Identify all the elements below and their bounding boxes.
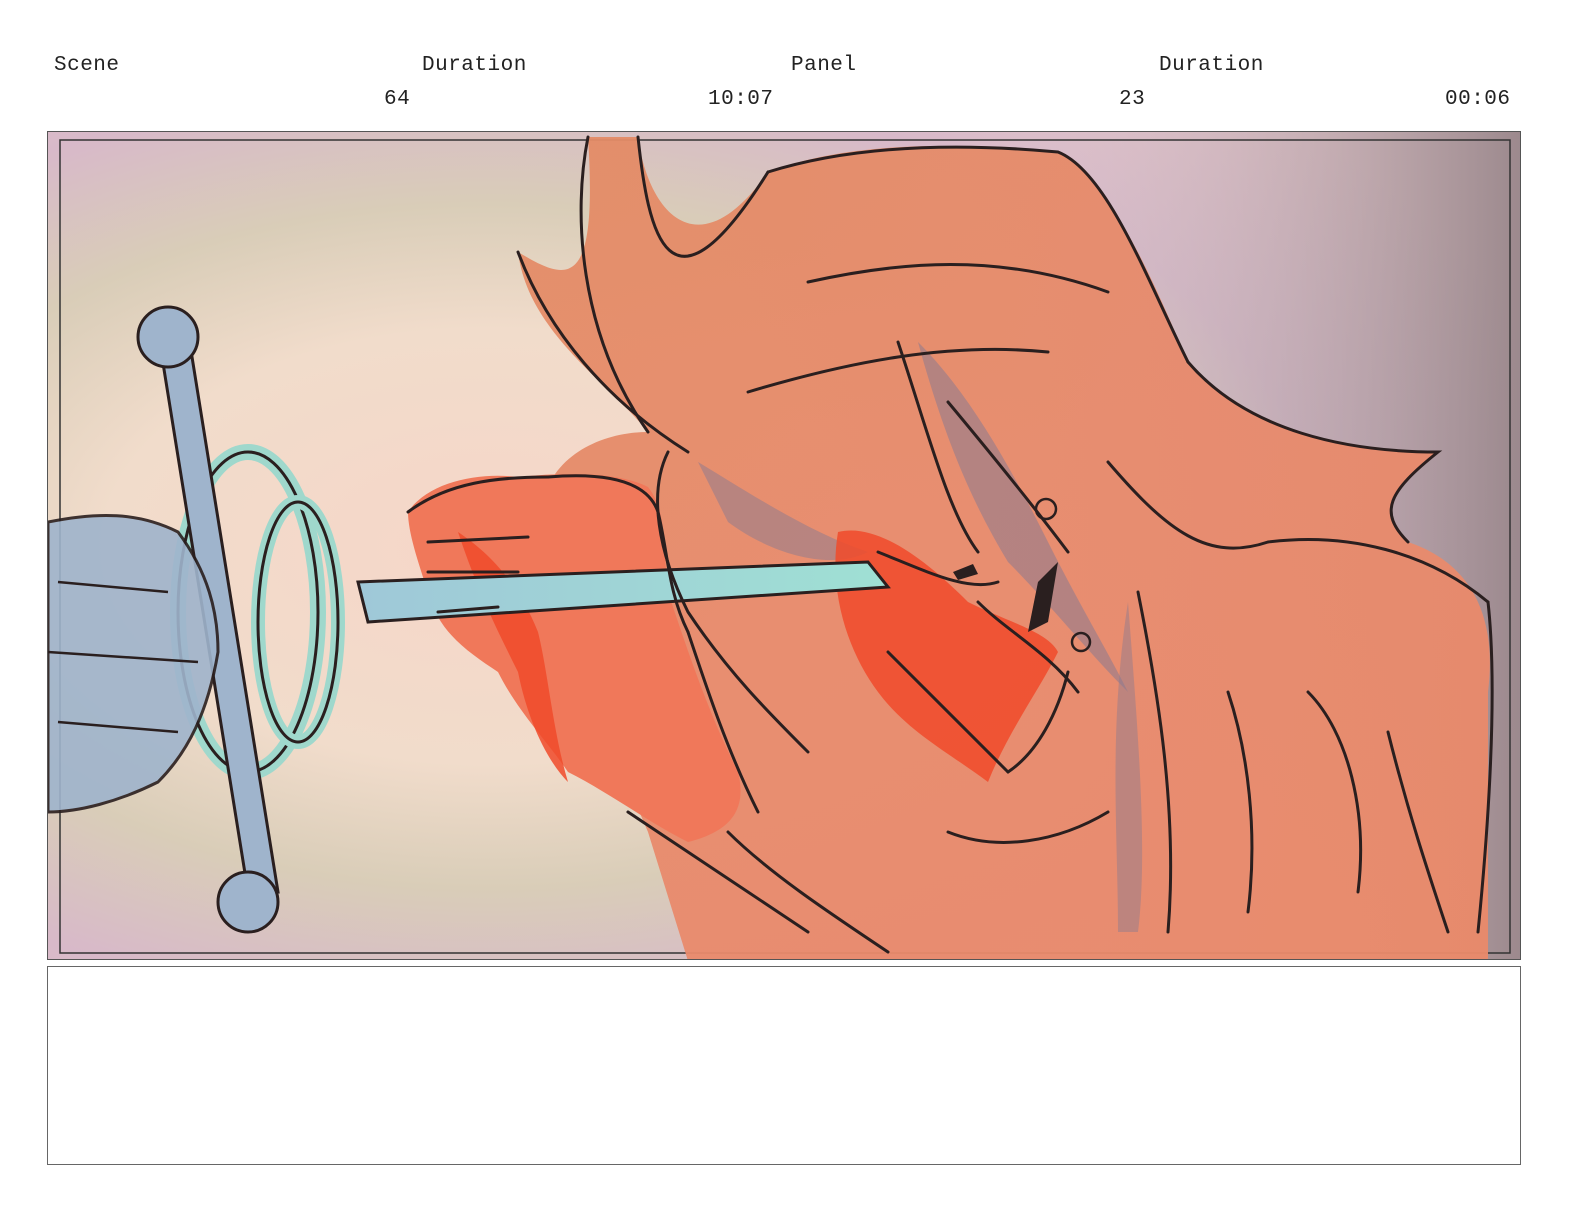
scene-duration-value: 10:07 [708, 88, 774, 111]
panel-label: Panel [791, 54, 857, 77]
panel-number: 23 [1119, 88, 1146, 111]
panel-duration-label: Duration [1159, 54, 1264, 77]
storyboard-panel-frame [47, 131, 1521, 960]
panel-duration-value: 00:06 [1445, 88, 1511, 111]
scene-duration-label: Duration [422, 54, 527, 77]
storyboard-illustration [48, 132, 1520, 959]
scene-number: 64 [384, 88, 411, 111]
panel-notes-box [47, 966, 1521, 1165]
scene-label: Scene [54, 54, 120, 77]
